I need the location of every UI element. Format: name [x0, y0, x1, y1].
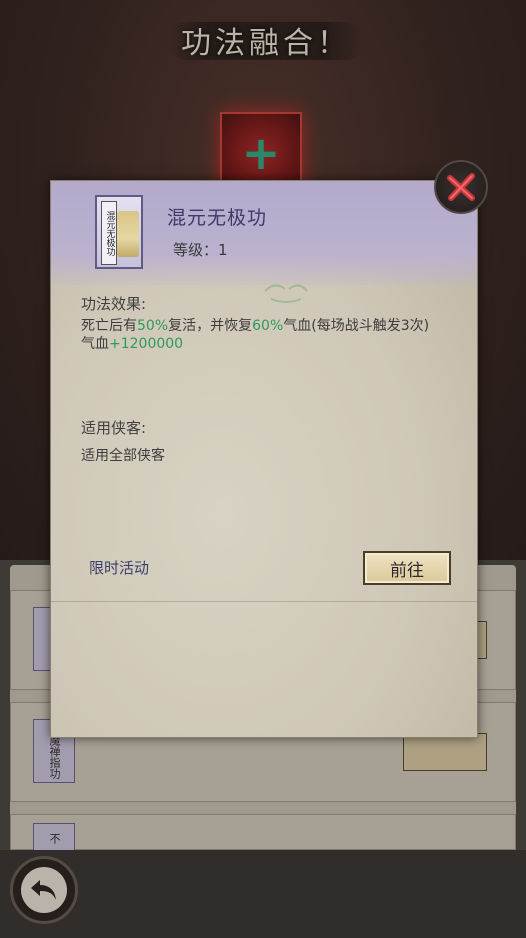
effect-description: 死亡后有50%复活，并恢复60%气血(每场战斗触发3次) 气血+1200000	[81, 317, 461, 353]
effect-value: 60%	[252, 318, 284, 334]
skill-detail-modal: 混元无极功 混元无极功 等级：1 功法效果: 死亡后有50%复活，并恢复60%气…	[50, 180, 478, 738]
effect-text-part: 复活，并恢复	[168, 318, 253, 334]
applicable-text: 适用全部侠客	[81, 448, 165, 464]
effect-value: 50%	[137, 318, 169, 334]
effect-value: +1200000	[109, 336, 184, 352]
event-label: 限时活动	[89, 559, 150, 577]
skill-name: 混元无极功	[167, 207, 268, 229]
go-button[interactable]: 前往	[363, 551, 451, 585]
effect-text-part: 死亡后有	[81, 318, 137, 334]
close-icon	[447, 173, 475, 201]
effect-text-part: 气血(每场战斗触发3次)	[283, 318, 430, 334]
effect-text-part: 气血	[81, 336, 109, 352]
skill-book-art	[117, 211, 139, 257]
applicable-heading: 适用侠客:	[81, 419, 147, 437]
divider	[51, 601, 477, 602]
close-button[interactable]	[434, 160, 488, 214]
skill-book-icon: 混元无极功	[95, 195, 143, 269]
watermark-icon	[264, 284, 308, 303]
skill-book-label: 混元无极功	[101, 201, 117, 265]
effect-heading: 功法效果:	[81, 295, 147, 313]
skill-level: 等级：1	[173, 241, 228, 259]
